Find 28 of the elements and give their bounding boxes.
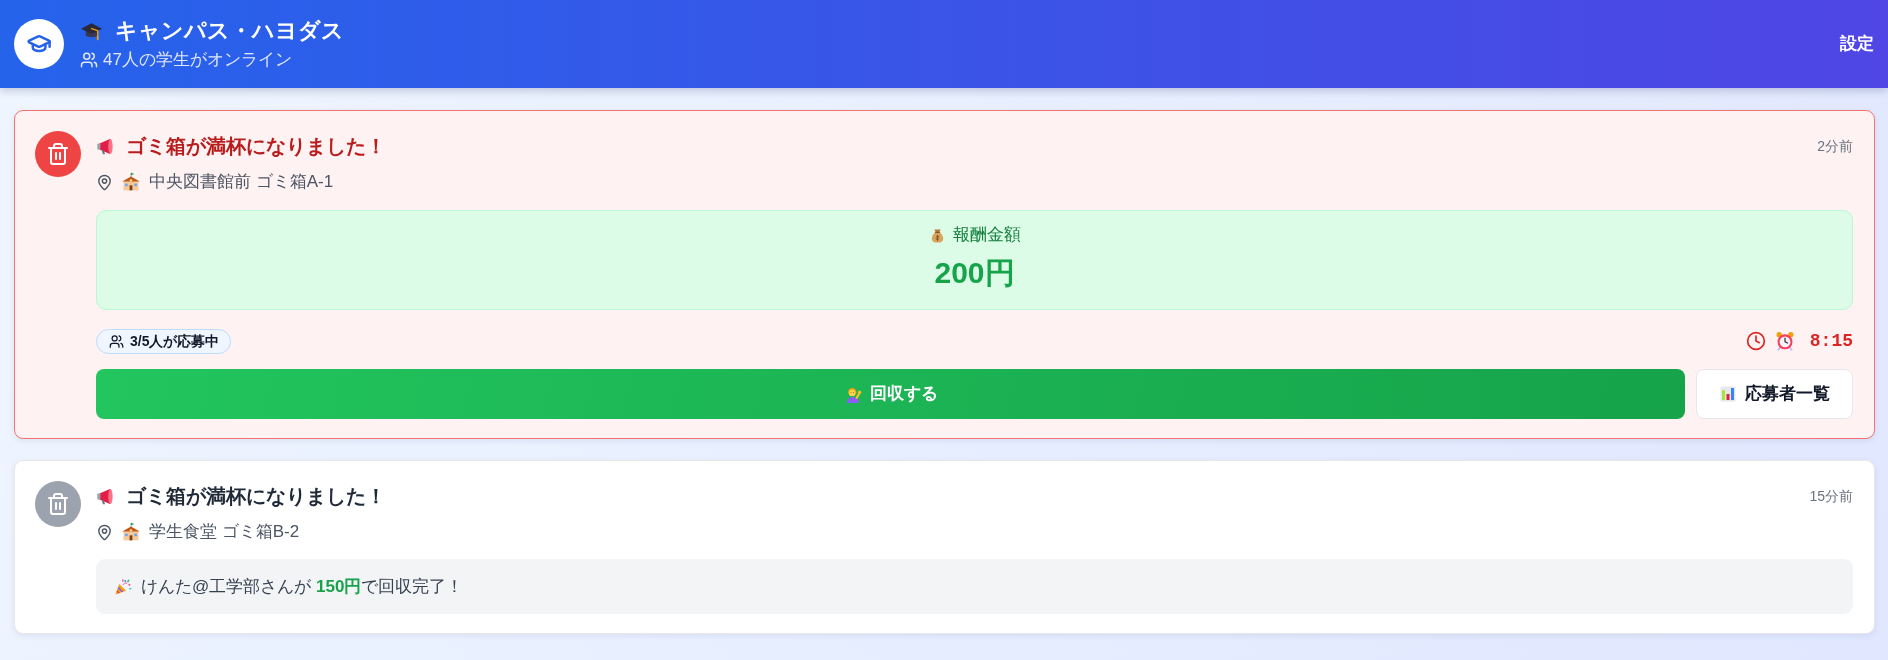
party-popper-icon (114, 577, 132, 596)
alarm-clock-icon (1774, 331, 1795, 351)
users-icon (109, 333, 124, 349)
result-message: けんた@工学部さんが 150円で回収完了！ (141, 575, 464, 598)
alert-location: 学生食堂 ゴミ箱B-2 (149, 521, 300, 543)
alert-title: ゴミ箱が満杯になりました！ (126, 134, 386, 159)
reward-amount: 200円 (934, 255, 1015, 291)
clock-icon (1745, 331, 1766, 351)
alert-title: ゴミ箱が満杯になりました！ (126, 484, 386, 509)
alert-location: 中央図書館前 ゴミ箱A-1 (149, 171, 334, 193)
settings-button[interactable]: 設定 (1840, 32, 1874, 56)
bar-chart-icon (1719, 385, 1737, 403)
school-building-icon (121, 172, 141, 192)
applicant-list-button[interactable]: 応募者一覧 (1696, 369, 1853, 419)
users-icon (80, 51, 98, 69)
map-pin-icon (96, 173, 113, 191)
online-count: 47人の学生がオンライン (103, 49, 292, 71)
trash-icon (35, 131, 81, 177)
app-title: キャンパス・ハヨダス (115, 17, 344, 45)
alert-time: 15分前 (1809, 487, 1853, 506)
school-building-icon (121, 522, 141, 542)
countdown-timer: 8:15 (1809, 330, 1853, 353)
reward-label: 報酬金額 (952, 224, 1021, 246)
applicant-count: 3/5人が応募中 (130, 332, 220, 351)
alert-time: 2分前 (1817, 137, 1853, 156)
trash-icon (35, 481, 81, 527)
graduation-cap-icon (14, 19, 64, 69)
map-pin-icon (96, 523, 113, 541)
